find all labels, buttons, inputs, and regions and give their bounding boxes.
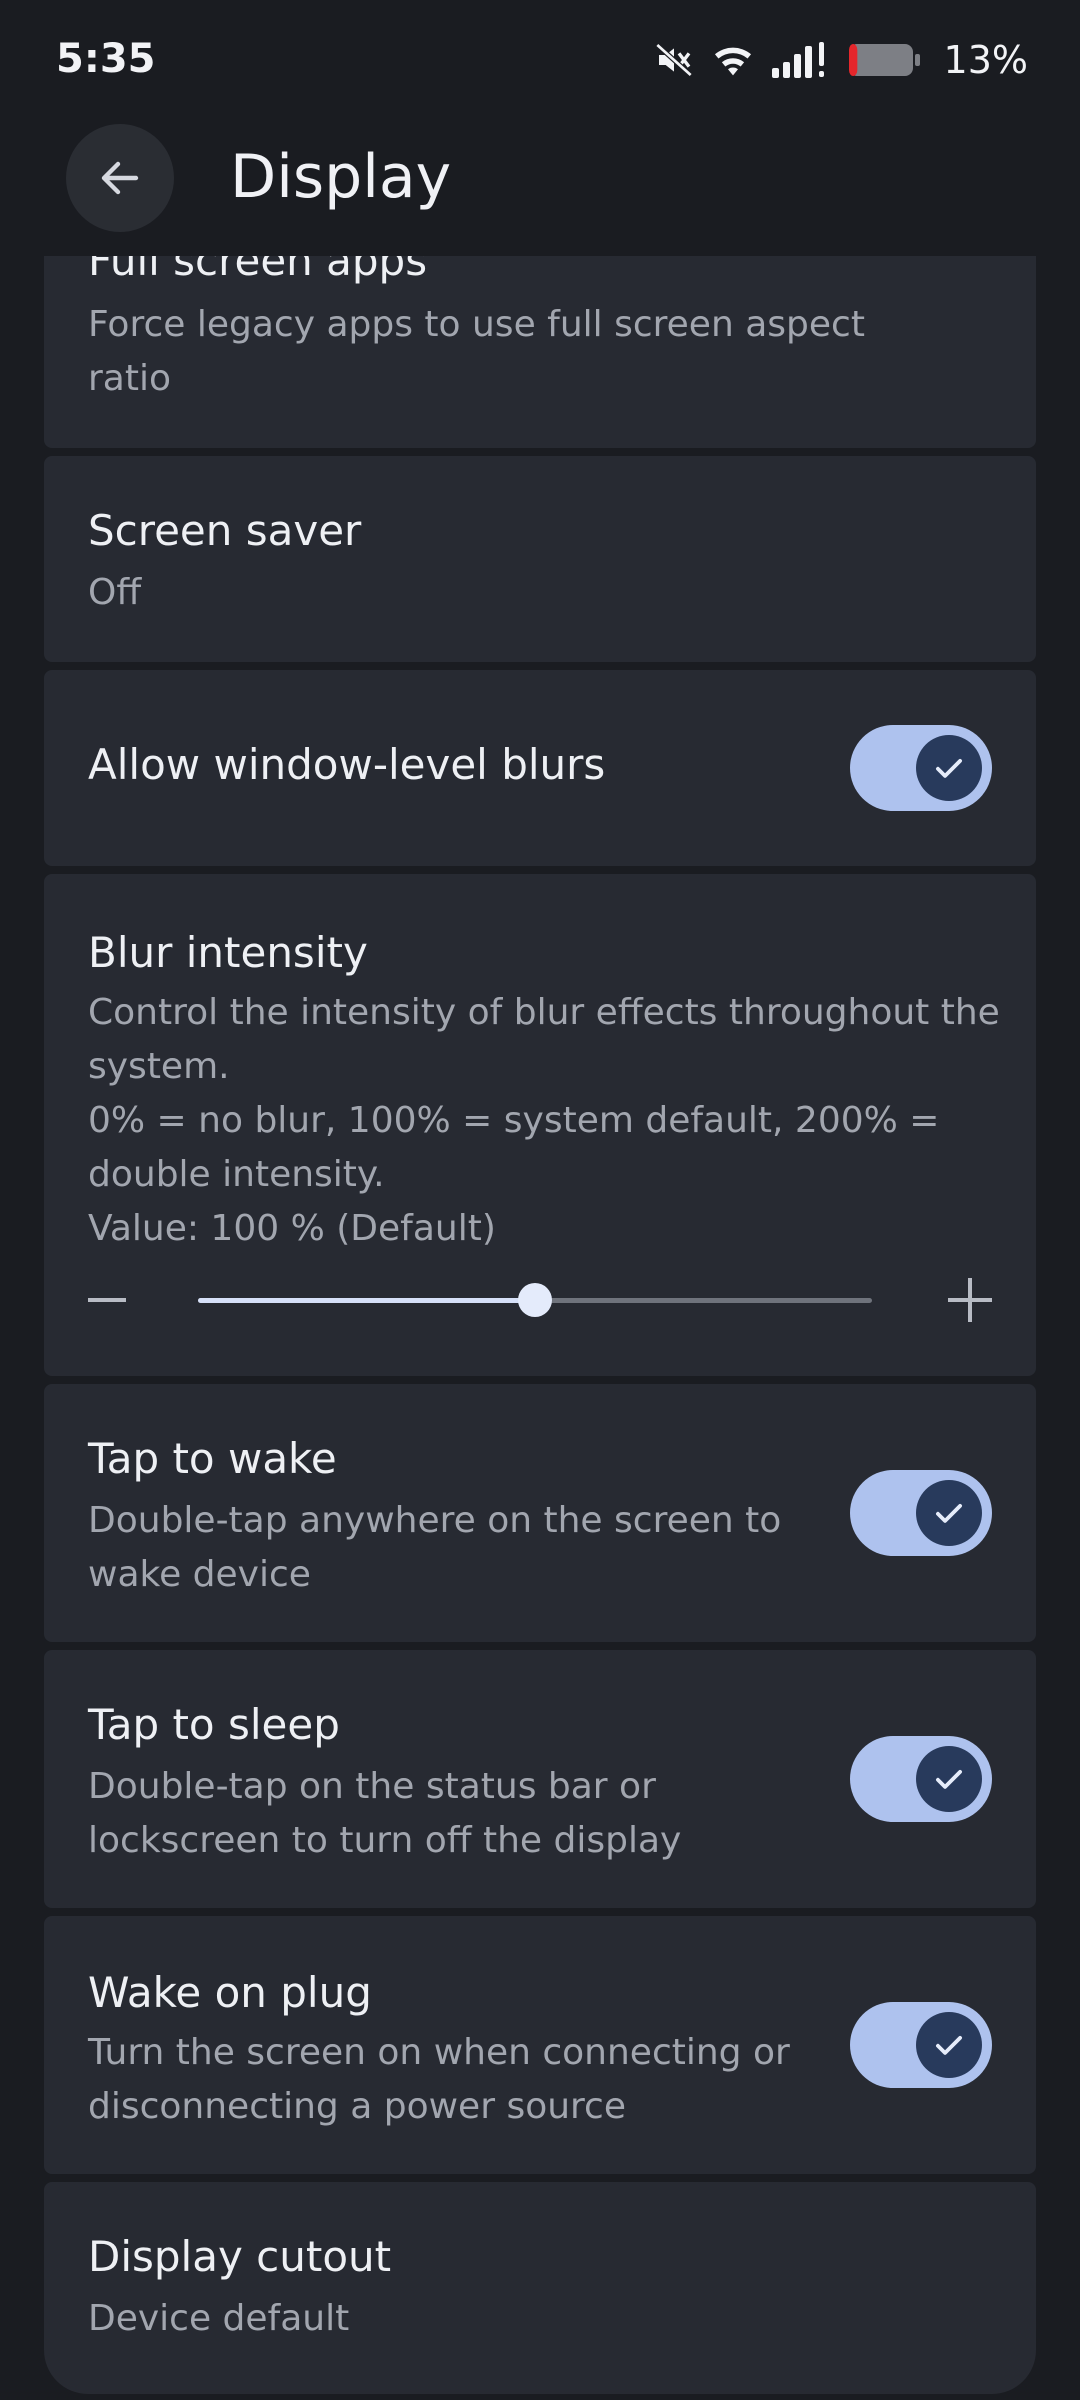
blur-slider-row: [88, 1270, 992, 1330]
toggle-knob: [916, 2012, 982, 2078]
setting-subtitle: Double-tap on the status bar or lockscre…: [88, 1766, 682, 1861]
toggle-knob: [916, 1746, 982, 1812]
tap-to-wake-toggle[interactable]: [850, 1470, 992, 1556]
setting-full-screen-apps[interactable]: Full screen apps Force legacy apps to us…: [44, 256, 1036, 448]
setting-title: Display cutout: [88, 2232, 392, 2281]
setting-tap-to-sleep[interactable]: Tap to sleep Double-tap on the status ba…: [44, 1650, 1036, 1908]
slider-thumb[interactable]: [518, 1283, 552, 1317]
toggle-knob: [916, 735, 982, 801]
setting-subtitle: Turn the screen on when connecting or di…: [88, 2032, 790, 2127]
setting-title: Tap to sleep: [88, 1700, 340, 1749]
battery-icon: [848, 44, 920, 76]
setting-subtitle: Double-tap anywhere on the screen to wak…: [88, 1500, 782, 1595]
setting-value: Device default: [88, 2298, 350, 2339]
setting-screen-saver[interactable]: Screen saver Off: [44, 456, 1036, 662]
app-bar: Display: [0, 120, 1080, 254]
setting-subtitle: Force legacy apps to use full screen asp…: [88, 304, 865, 399]
setting-title: Wake on plug: [88, 1968, 372, 2017]
arrow-left-icon: [101, 161, 139, 195]
setting-window-blurs[interactable]: Allow window-level blurs: [44, 670, 1036, 866]
toggle-knob: [916, 1480, 982, 1546]
tap-to-sleep-toggle[interactable]: [850, 1736, 992, 1822]
check-icon: [936, 758, 962, 778]
setting-title: Tap to wake: [88, 1434, 337, 1483]
setting-scale-note: 0% = no blur, 100% = system default, 200…: [88, 1100, 940, 1195]
setting-title: Blur intensity: [88, 928, 368, 977]
setting-display-cutout[interactable]: Display cutout Device default: [44, 2182, 1036, 2394]
window-blurs-toggle[interactable]: [850, 725, 992, 811]
setting-wake-on-plug[interactable]: Wake on plug Turn the screen on when con…: [44, 1916, 1036, 2174]
settings-list[interactable]: Full screen apps Force legacy apps to us…: [0, 256, 1080, 2400]
blur-value-label: Value: 100 % (Default): [88, 1208, 496, 1249]
status-bar: 5:35 13%: [0, 0, 1080, 120]
back-button[interactable]: [66, 124, 174, 232]
setting-value: Off: [88, 572, 142, 613]
signal-icon: [771, 42, 824, 78]
check-icon: [936, 1769, 962, 1789]
setting-blur-intensity: Blur intensity Control the intensity of …: [44, 874, 1036, 1376]
setting-title: Full screen apps: [88, 256, 428, 285]
decrease-button[interactable]: [88, 1298, 126, 1302]
setting-tap-to-wake[interactable]: Tap to wake Double-tap anywhere on the s…: [44, 1384, 1036, 1642]
increase-button[interactable]: [948, 1278, 992, 1322]
check-icon: [936, 2035, 962, 2055]
wifi-icon: [714, 47, 751, 76]
setting-description: Control the intensity of blur effects th…: [88, 992, 1000, 1087]
setting-title: Screen saver: [88, 506, 362, 555]
mute-icon: [655, 43, 692, 77]
wake-on-plug-toggle[interactable]: [850, 2002, 992, 2088]
check-icon: [936, 1503, 962, 1523]
page-title: Display: [230, 142, 452, 212]
battery-percent: 13%: [943, 38, 1028, 82]
status-time: 5:35: [56, 36, 156, 82]
setting-title: Allow window-level blurs: [88, 740, 606, 789]
slider-fill: [198, 1298, 535, 1303]
blur-slider[interactable]: [198, 1283, 872, 1317]
